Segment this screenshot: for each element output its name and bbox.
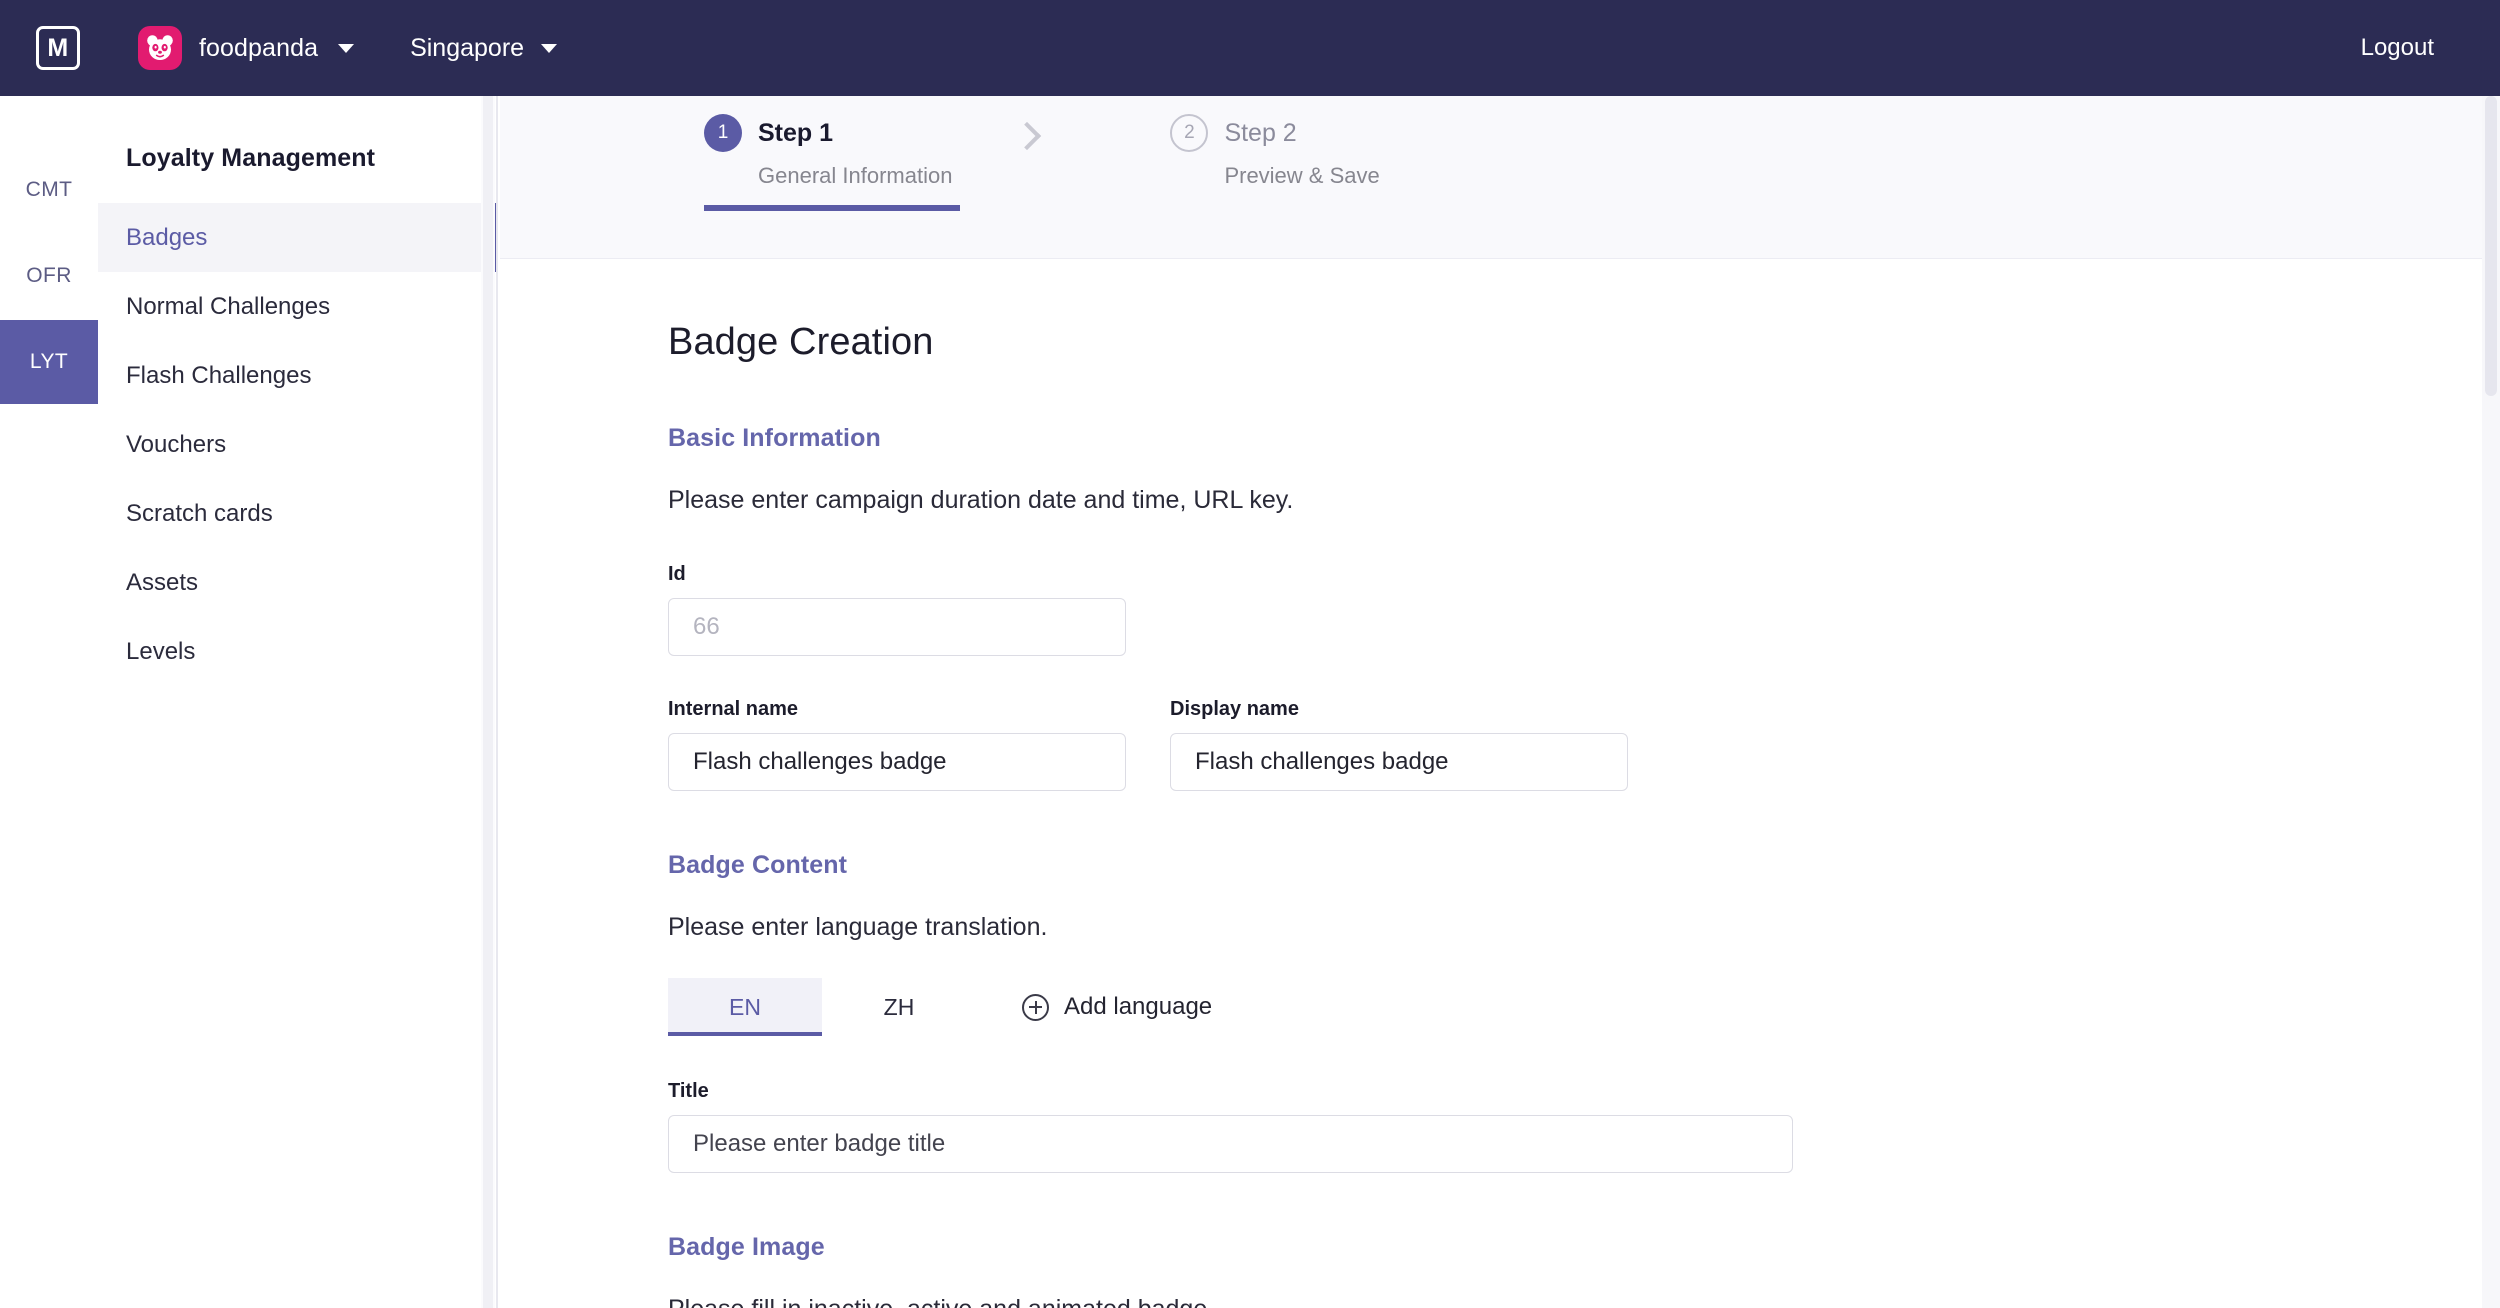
internal-name-field-group: Internal name Flash challenges badge [668, 698, 1126, 791]
display-name-label: Display name [1170, 698, 1299, 720]
title-input[interactable]: Please enter badge title [668, 1115, 1793, 1173]
rail-item-ofr[interactable]: OFR [0, 234, 98, 318]
step-1[interactable]: 1 Step 1 General Information [704, 114, 960, 211]
sidebar-item-levels[interactable]: Levels [98, 617, 496, 686]
wizard-stepper: 1 Step 1 General Information 2 Step 2 Pr… [500, 96, 2500, 259]
chevron-down-icon [541, 43, 558, 53]
add-language-button[interactable]: Add language [1022, 993, 1212, 1021]
sidebar-title: Loyalty Management [126, 144, 376, 172]
main-content: 1 Step 1 General Information 2 Step 2 Pr… [500, 96, 2500, 1308]
m-square-logo-icon[interactable]: M [36, 26, 80, 70]
sidebar-item-vouchers[interactable]: Vouchers [98, 410, 496, 479]
step-2-label: Step 2 [1224, 118, 1297, 147]
m-logo-letter: M [47, 33, 69, 62]
top-navigation-bar: M foodpanda Singapore Logout [0, 0, 2500, 96]
page-title: Badge Creation [668, 321, 934, 363]
section-heading-badge-image: Badge Image [668, 1233, 825, 1261]
page-scrollbar[interactable] [2482, 96, 2500, 1308]
id-field-label: Id [668, 563, 686, 585]
rail-item-lyt[interactable]: LYT [0, 320, 98, 404]
step-2[interactable]: 2 Step 2 Preview & Save [1170, 114, 1380, 211]
internal-name-input[interactable]: Flash challenges badge [668, 733, 1126, 791]
id-input[interactable]: 66 [668, 598, 1126, 656]
title-field-group: Title Please enter badge title [668, 1080, 2500, 1173]
display-name-input[interactable]: Flash challenges badge [1170, 733, 1628, 791]
add-language-label: Add language [1064, 993, 1213, 1020]
brand-selector[interactable]: foodpanda [138, 26, 355, 70]
logout-button[interactable]: Logout [2361, 34, 2464, 62]
chevron-down-icon [338, 43, 355, 53]
id-field-group: Id 66 [668, 563, 2500, 656]
plus-circle-icon [1022, 993, 1049, 1021]
foodpanda-panda-icon [138, 26, 182, 70]
internal-name-label: Internal name [668, 698, 799, 720]
sidebar-item-normal-challenges[interactable]: Normal Challenges [98, 272, 496, 341]
name-fields-row: Internal name Flash challenges badge Dis… [668, 698, 2500, 791]
section-heading-badge-content: Badge Content [668, 851, 848, 879]
module-rail: CMT OFR LYT [0, 96, 98, 1308]
step-2-number-badge: 2 [1170, 114, 1209, 152]
section-description-badge-content: Please enter language translation. [668, 913, 1048, 941]
sidebar-scrollbar[interactable] [481, 96, 495, 1308]
rail-item-cmt[interactable]: CMT [0, 148, 98, 232]
language-tabs: EN ZH Add language [668, 978, 2500, 1036]
page-scrollbar-thumb[interactable] [2485, 96, 2497, 396]
sidebar-item-assets[interactable]: Assets [98, 548, 496, 617]
region-selector[interactable]: Singapore [410, 33, 558, 63]
sidebar-item-badges[interactable]: Badges [98, 203, 496, 272]
section-description-basic-information: Please enter campaign duration date and … [668, 486, 1294, 514]
region-name-label: Singapore [410, 33, 525, 62]
sidebar-scrollbar-thumb[interactable] [483, 96, 493, 1308]
brand-name-label: foodpanda [199, 33, 319, 62]
step-1-label: Step 1 [758, 118, 834, 147]
step-1-number-badge: 1 [704, 114, 742, 152]
sidebar-navigation: Loyalty Management Badges Normal Challen… [98, 96, 498, 1308]
sidebar-item-flash-challenges[interactable]: Flash Challenges [98, 341, 496, 410]
step-2-sublabel: Preview & Save [1224, 163, 1380, 188]
step-1-active-indicator [704, 205, 960, 211]
section-description-badge-image: Please fill in inactive, active and anim… [668, 1295, 2500, 1308]
title-field-label: Title [668, 1080, 709, 1102]
language-tab-en[interactable]: EN [668, 978, 822, 1036]
sidebar-item-scratch-cards[interactable]: Scratch cards [98, 479, 496, 548]
chevron-right-icon [1013, 121, 1042, 151]
section-heading-basic-information: Basic Information [668, 424, 881, 452]
display-name-field-group: Display name Flash challenges badge [1170, 698, 1628, 791]
language-tab-zh[interactable]: ZH [822, 978, 976, 1036]
badge-creation-form: Badge Creation Basic Information Please … [500, 259, 2500, 1308]
stepper-separator [952, 114, 1102, 151]
sidebar-item-list: Badges Normal Challenges Flash Challenge… [98, 203, 496, 686]
step-1-sublabel: General Information [758, 163, 953, 188]
